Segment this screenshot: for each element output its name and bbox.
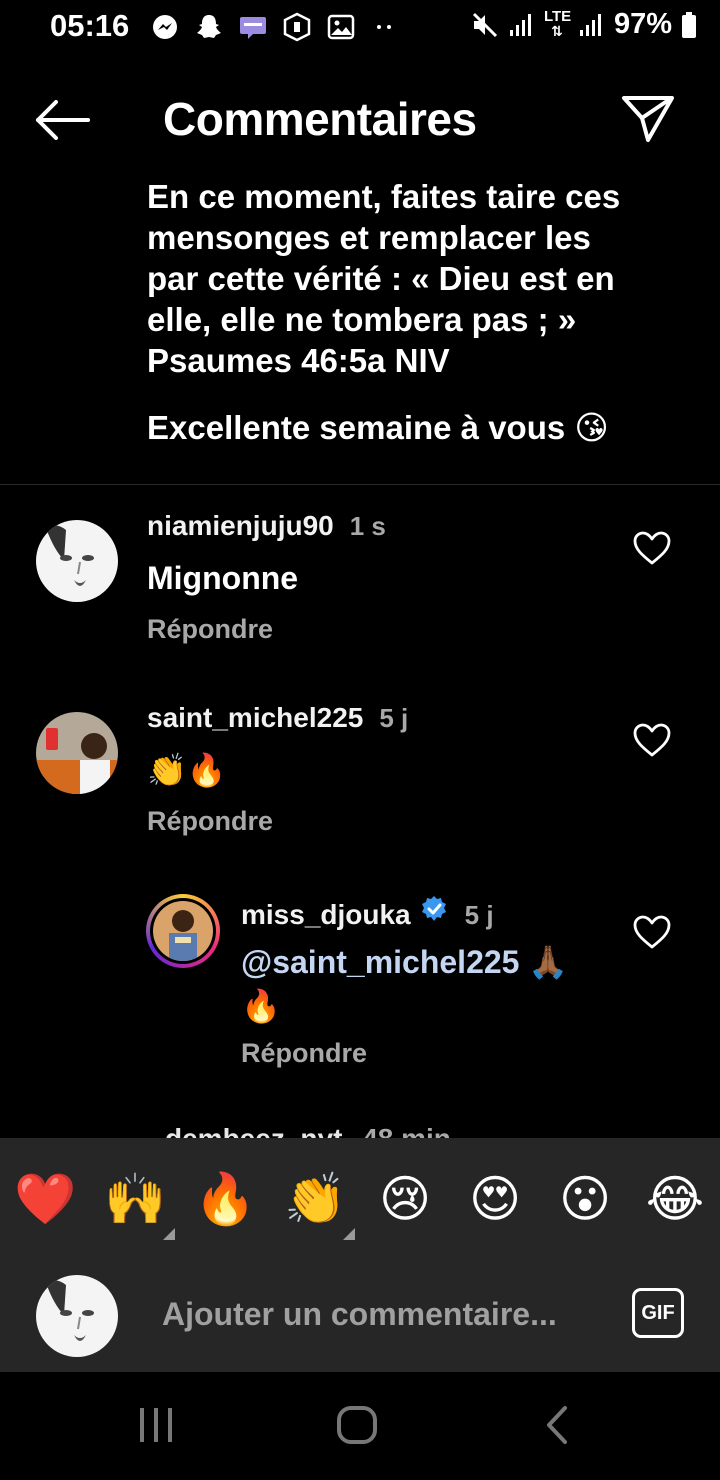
dots-icon bbox=[370, 12, 400, 42]
comment-time: 48 min bbox=[362, 1123, 451, 1138]
battery-icon bbox=[680, 10, 698, 40]
caption-line: mensonges et remplacer les bbox=[147, 219, 591, 256]
reply-button[interactable]: Répondre bbox=[147, 614, 273, 645]
comment-text: 👏🔥 bbox=[147, 752, 227, 788]
emoji-fire-button[interactable]: 🔥 bbox=[194, 1168, 256, 1230]
comment-username[interactable]: niamienjuju90 bbox=[147, 510, 334, 542]
comment-text: @saint_michel225 🙏🏾 🔥 bbox=[241, 940, 621, 1028]
system-nav-bar bbox=[0, 1372, 720, 1480]
comment-emoji: 🔥 bbox=[241, 988, 281, 1024]
skin-tone-indicator bbox=[163, 1228, 175, 1240]
comment-text: Mignonne bbox=[147, 560, 299, 596]
back-nav-button[interactable] bbox=[533, 1402, 583, 1448]
mention-link[interactable]: @saint_michel225 bbox=[241, 944, 519, 980]
avatar bbox=[36, 1275, 118, 1357]
messenger-icon bbox=[150, 12, 180, 42]
comment-item: niamienjuju90 1 s Mignonne Répondre bbox=[0, 500, 720, 680]
status-time: 05:16 bbox=[50, 8, 130, 43]
emoji-reaction-bar: ❤️ 🙌 🔥 👏 😢 😍 😮 😂 bbox=[0, 1138, 720, 1260]
share-button[interactable] bbox=[620, 92, 676, 144]
comment-meta: miss_djouka 5 j bbox=[241, 894, 494, 931]
skin-tone-indicator bbox=[343, 1228, 355, 1240]
avatar[interactable] bbox=[146, 894, 220, 968]
arrow-left-icon bbox=[36, 100, 90, 140]
comment-meta: saint_michel225 5 j bbox=[147, 702, 408, 734]
back-button[interactable] bbox=[30, 96, 94, 144]
recent-apps-button[interactable] bbox=[131, 1402, 181, 1448]
recent-apps-icon bbox=[140, 1408, 172, 1442]
comment-composer: GIF bbox=[0, 1260, 720, 1372]
back-icon bbox=[547, 1406, 567, 1444]
network-type: LTE ⇅ bbox=[543, 8, 572, 39]
battery-percent: 97% bbox=[613, 8, 672, 40]
emoji-heart-button[interactable]: ❤️ bbox=[14, 1168, 76, 1230]
home-button[interactable] bbox=[332, 1402, 382, 1448]
comment-item: saint_michel225 5 j 👏🔥 Répondre bbox=[0, 692, 720, 872]
divider bbox=[0, 484, 720, 485]
caption-line: En ce moment, faites taire ces bbox=[147, 178, 621, 215]
post-caption: En ce moment, faites taire ces mensonges… bbox=[147, 176, 687, 448]
emoji-surprised-button[interactable]: 😮 bbox=[554, 1168, 616, 1230]
comment-username[interactable]: dembeez_nyt bbox=[165, 1123, 342, 1138]
page-title: Commentaires bbox=[163, 93, 477, 145]
caption-line: elle, elle ne tombera pas ; » bbox=[147, 301, 577, 338]
status-bar: 05:16 LTE ⇅ 97% bbox=[0, 0, 720, 56]
comment-time: 5 j bbox=[379, 703, 409, 733]
comment-time: 5 j bbox=[464, 900, 494, 930]
snapchat-icon bbox=[194, 12, 224, 42]
shield-app-icon bbox=[282, 12, 312, 42]
emoji-laughing-button[interactable]: 😂 bbox=[644, 1168, 706, 1230]
paper-plane-icon bbox=[622, 96, 674, 142]
reply-button[interactable]: Répondre bbox=[147, 806, 273, 837]
comment-input[interactable] bbox=[162, 1290, 612, 1338]
reply-button[interactable]: Répondre bbox=[241, 1038, 367, 1069]
comment-meta: niamienjuju90 1 s bbox=[147, 510, 386, 542]
emoji-raised-hands-button[interactable]: 🙌 bbox=[104, 1168, 166, 1230]
heart-icon[interactable] bbox=[632, 722, 672, 758]
status-system-icons: LTE ⇅ 97% bbox=[470, 8, 698, 41]
partial-comment: dembeez_nyt 48 min bbox=[0, 1120, 720, 1138]
avatar[interactable] bbox=[36, 520, 118, 602]
comment-emoji: 🙏🏾 bbox=[528, 944, 569, 980]
comment-time: 1 s bbox=[349, 511, 386, 541]
caption-line: Psaumes 46:5a NIV bbox=[147, 342, 450, 379]
mute-icon bbox=[470, 10, 500, 40]
comment-username[interactable]: miss_djouka bbox=[241, 899, 411, 931]
heart-icon[interactable] bbox=[632, 530, 672, 566]
caption-line: par cette vérité : « Dieu est en bbox=[147, 260, 615, 297]
avatar[interactable] bbox=[36, 712, 118, 794]
signal-icon-2 bbox=[578, 10, 606, 40]
gallery-icon bbox=[326, 12, 356, 42]
twitch-icon bbox=[238, 12, 268, 42]
header: Commentaires bbox=[0, 70, 720, 166]
emoji-crying-button[interactable]: 😢 bbox=[374, 1168, 436, 1230]
gif-button[interactable]: GIF bbox=[632, 1288, 684, 1338]
signal-icon bbox=[508, 10, 536, 40]
verified-badge-icon bbox=[421, 896, 446, 921]
home-icon bbox=[337, 1406, 377, 1444]
comment-username[interactable]: saint_michel225 bbox=[147, 702, 363, 734]
caption-closing: Excellente semaine à vous 😘 bbox=[147, 409, 609, 446]
heart-icon[interactable] bbox=[632, 914, 672, 950]
emoji-heart-eyes-button[interactable]: 😍 bbox=[464, 1168, 526, 1230]
emoji-clap-button[interactable]: 👏 bbox=[284, 1168, 346, 1230]
status-notification-icons bbox=[150, 12, 400, 42]
comment-reply-item: miss_djouka 5 j @saint_michel225 🙏🏾 🔥 Ré… bbox=[0, 884, 720, 1114]
